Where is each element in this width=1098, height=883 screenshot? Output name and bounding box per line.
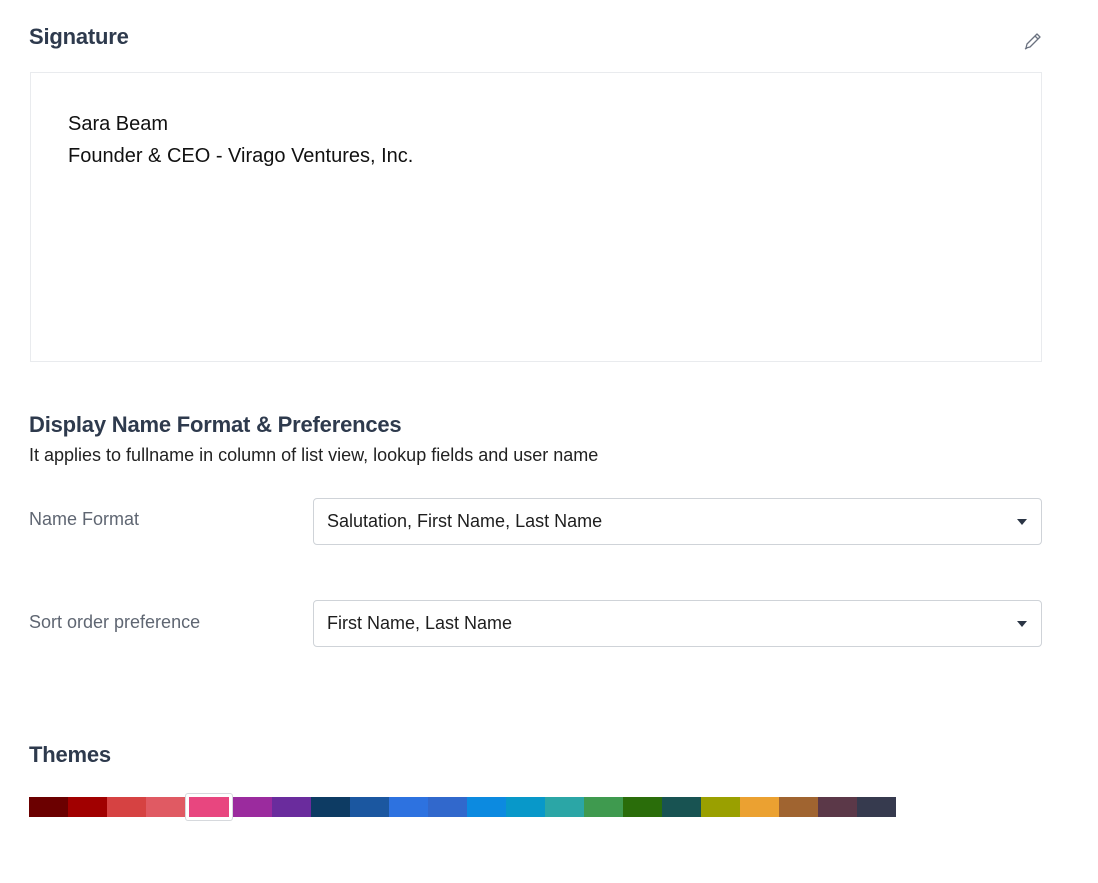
display-name-title: Display Name Format & Preferences bbox=[29, 412, 402, 437]
theme-swatch[interactable] bbox=[29, 797, 68, 817]
name-format-value: Salutation, First Name, Last Name bbox=[327, 511, 603, 531]
signature-box[interactable]: Sara Beam Founder & CEO - Virago Venture… bbox=[30, 72, 1042, 362]
theme-swatch[interactable] bbox=[506, 797, 545, 817]
theme-swatch[interactable] bbox=[818, 797, 857, 817]
theme-swatch[interactable] bbox=[779, 797, 818, 817]
theme-swatches bbox=[29, 794, 896, 820]
theme-swatch[interactable] bbox=[701, 797, 740, 817]
theme-swatch[interactable] bbox=[428, 797, 467, 817]
caret-down-icon bbox=[1017, 621, 1027, 627]
theme-swatch[interactable] bbox=[623, 797, 662, 817]
display-name-subtitle: It applies to fullname in column of list… bbox=[29, 445, 599, 465]
sort-order-label: Sort order preference bbox=[29, 612, 201, 632]
theme-swatch[interactable] bbox=[146, 797, 185, 817]
themes-title: Themes bbox=[29, 742, 111, 767]
theme-swatch[interactable] bbox=[107, 797, 146, 817]
settings-page: Signature Sara Beam Founder & CEO - Vira… bbox=[0, 0, 1098, 883]
theme-swatch[interactable] bbox=[272, 797, 311, 817]
theme-swatch[interactable] bbox=[662, 797, 701, 817]
signature-line: Founder & CEO - Virago Ventures, Inc. bbox=[68, 145, 414, 167]
sort-order-value: First Name, Last Name bbox=[327, 613, 513, 633]
theme-swatch[interactable] bbox=[186, 794, 232, 820]
name-format-select[interactable]: Salutation, First Name, Last Name bbox=[313, 498, 1042, 545]
theme-swatch[interactable] bbox=[740, 797, 779, 817]
signature-line: Sara Beam bbox=[68, 113, 169, 135]
theme-swatch[interactable] bbox=[467, 797, 506, 817]
theme-swatch[interactable] bbox=[68, 797, 107, 817]
theme-swatch[interactable] bbox=[857, 797, 896, 817]
theme-swatch[interactable] bbox=[584, 797, 623, 817]
theme-swatch[interactable] bbox=[350, 797, 389, 817]
caret-down-icon bbox=[1017, 519, 1027, 525]
name-format-label: Name Format bbox=[29, 509, 140, 529]
theme-swatch[interactable] bbox=[311, 797, 350, 817]
theme-swatch[interactable] bbox=[389, 797, 428, 817]
pencil-icon[interactable] bbox=[1022, 30, 1044, 52]
sort-order-select[interactable]: First Name, Last Name bbox=[313, 600, 1042, 647]
theme-swatch[interactable] bbox=[233, 797, 272, 817]
signature-title: Signature bbox=[29, 24, 129, 49]
theme-swatch[interactable] bbox=[545, 797, 584, 817]
